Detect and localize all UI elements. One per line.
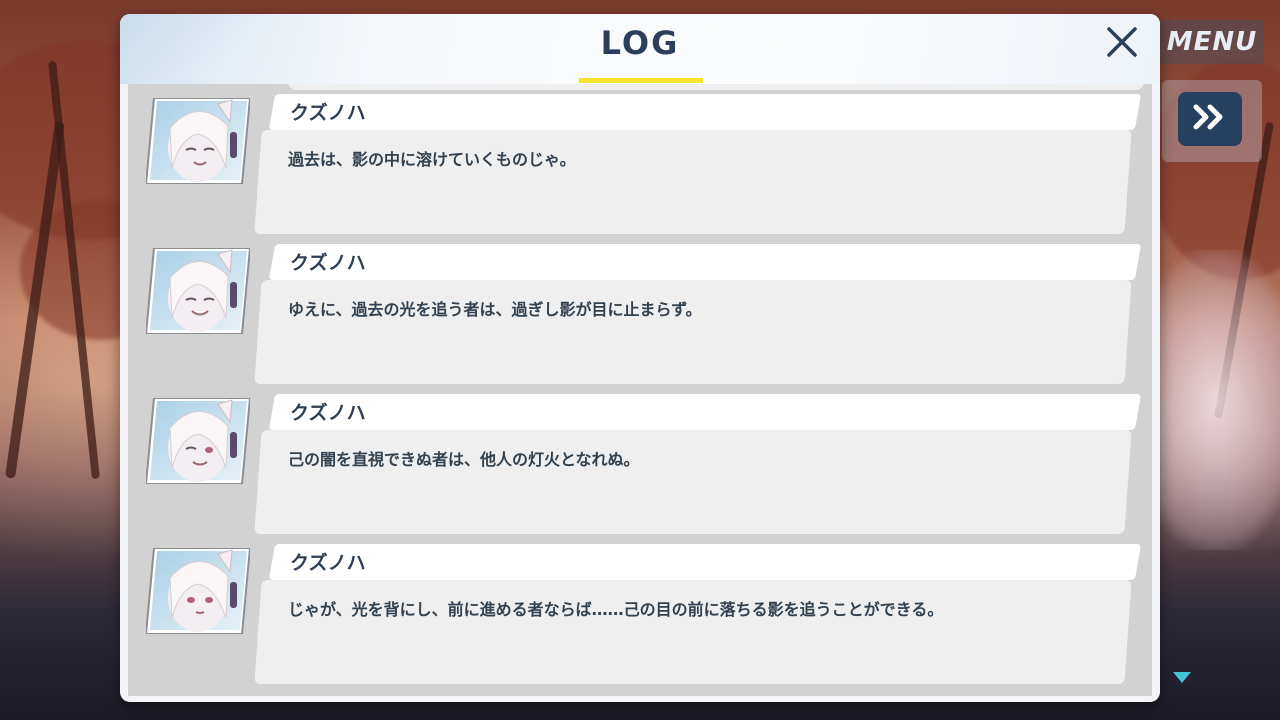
speaker-name-bar xyxy=(268,544,1142,580)
log-entry: クズノハ ゆえに、過去の光を追う者は、過ぎし影が目に止まらず。 xyxy=(128,234,1152,384)
character-portrait xyxy=(144,547,252,635)
dialogue-text: ゆえに、過去の光を追う者は、過ぎし影が目に止まらず。 xyxy=(288,300,702,319)
fast-forward-icon xyxy=(1190,103,1230,135)
triangle-down-icon xyxy=(1173,672,1191,683)
speaker-name-bar xyxy=(268,244,1142,280)
log-entry: クズノハ じゃが、光を背にし、前に進める者ならば……己の目の前に落ちる影を追うこ… xyxy=(128,534,1152,684)
dialogue-text: 己の闇を直視できぬ者は、他人の灯火となれぬ。 xyxy=(288,450,640,469)
speaker-name: クズノハ xyxy=(290,252,366,274)
close-button[interactable] xyxy=(1100,22,1144,66)
dialogue-text: 過去は、影の中に溶けていくものじゃ。 xyxy=(288,150,576,169)
speaker-name-bar xyxy=(268,394,1142,430)
fast-forward-button[interactable] xyxy=(1178,92,1242,146)
log-header: LOG xyxy=(120,14,1160,84)
speaker-name: クズノハ xyxy=(290,102,366,124)
log-panel: LOG クズノハ 過去は、影の中に溶けていくものじゃ。 クズノハ ゆえに、過去の… xyxy=(120,14,1160,702)
character-portrait xyxy=(144,97,252,185)
log-entry: クズノハ 己の闇を直視できぬ者は、他人の灯火となれぬ。 xyxy=(128,384,1152,534)
log-list[interactable]: クズノハ 過去は、影の中に溶けていくものじゃ。 クズノハ ゆえに、過去の光を追う… xyxy=(128,84,1152,696)
log-entry: クズノハ 過去は、影の中に溶けていくものじゃ。 xyxy=(128,84,1152,234)
character-portrait xyxy=(144,397,252,485)
menu-label: MENU xyxy=(1166,27,1258,57)
dialogue-text: じゃが、光を背にし、前に進める者ならば……己の目の前に落ちる影を追うことができる… xyxy=(288,600,944,619)
close-icon xyxy=(1105,25,1139,63)
title-underline xyxy=(579,78,703,83)
speaker-name: クズノハ xyxy=(290,552,366,574)
character-tail xyxy=(1160,250,1280,550)
speaker-name-bar xyxy=(268,94,1142,130)
character-portrait xyxy=(144,247,252,335)
log-title: LOG xyxy=(600,24,680,62)
speaker-name: クズノハ xyxy=(290,402,366,424)
menu-button[interactable]: MENU xyxy=(1160,20,1264,64)
